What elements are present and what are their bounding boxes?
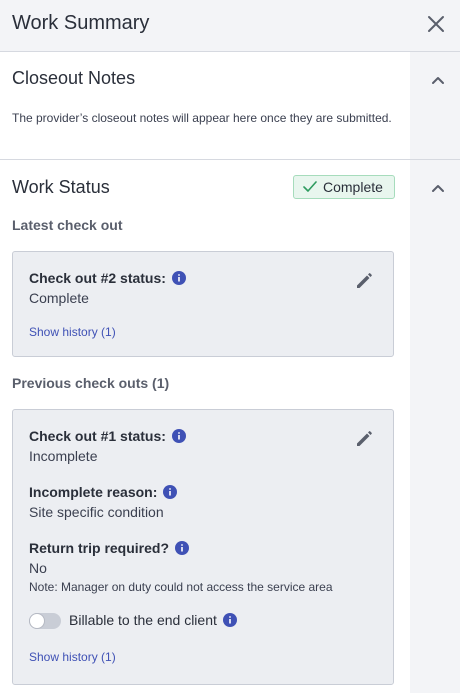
billable-label: Billable to the end client: [69, 612, 237, 628]
previous-checkout-card: Check out #1 status: Incomplete Incomple…: [12, 409, 394, 685]
work-status-title: Work Status: [12, 177, 110, 197]
status-badge: Complete: [293, 175, 395, 199]
billable-toggle[interactable]: [29, 613, 61, 629]
incomplete-reason-label: Incomplete reason:: [29, 484, 178, 500]
info-icon[interactable]: [222, 613, 237, 627]
info-icon[interactable]: [163, 485, 178, 499]
info-icon[interactable]: [175, 541, 190, 555]
show-history-link[interactable]: Show history (1): [29, 325, 116, 339]
previous-checkouts-label: Previous check outs (1): [12, 375, 170, 391]
pencil-icon[interactable]: [355, 270, 375, 290]
return-trip-value: No: [29, 560, 47, 576]
section-divider: [0, 159, 460, 160]
closeout-notes-text: The provider’s closeout notes will appea…: [12, 111, 392, 125]
pencil-icon[interactable]: [355, 428, 375, 448]
show-history-link[interactable]: Show history (1): [29, 650, 116, 664]
return-trip-label: Return trip required?: [29, 540, 190, 556]
checkout-status-label: Check out #1 status:: [29, 428, 186, 444]
chevron-up-icon[interactable]: [430, 72, 446, 88]
closeout-notes-title: Closeout Notes: [12, 68, 136, 88]
info-icon[interactable]: [171, 271, 186, 285]
incomplete-reason-value: Site specific condition: [29, 504, 164, 520]
close-icon[interactable]: [424, 12, 448, 36]
checkout-status-value: Incomplete: [29, 448, 98, 464]
return-trip-note: Note: Manager on duty could not access t…: [29, 580, 333, 594]
toggle-knob: [29, 613, 45, 629]
info-icon[interactable]: [171, 429, 186, 443]
checkout-status-value: Complete: [29, 290, 89, 306]
latest-checkout-label: Latest check out: [12, 217, 123, 233]
status-badge-label: Complete: [323, 179, 383, 195]
latest-checkout-card: Check out #2 status: Complete Show histo…: [12, 251, 394, 357]
checkout-status-label: Check out #2 status:: [29, 270, 186, 286]
panel-header: Work Summary: [0, 0, 460, 52]
chevron-up-icon[interactable]: [430, 180, 446, 196]
panel-title: Work Summary: [12, 12, 150, 34]
right-rail: [410, 52, 460, 693]
check-icon: [303, 181, 317, 192]
